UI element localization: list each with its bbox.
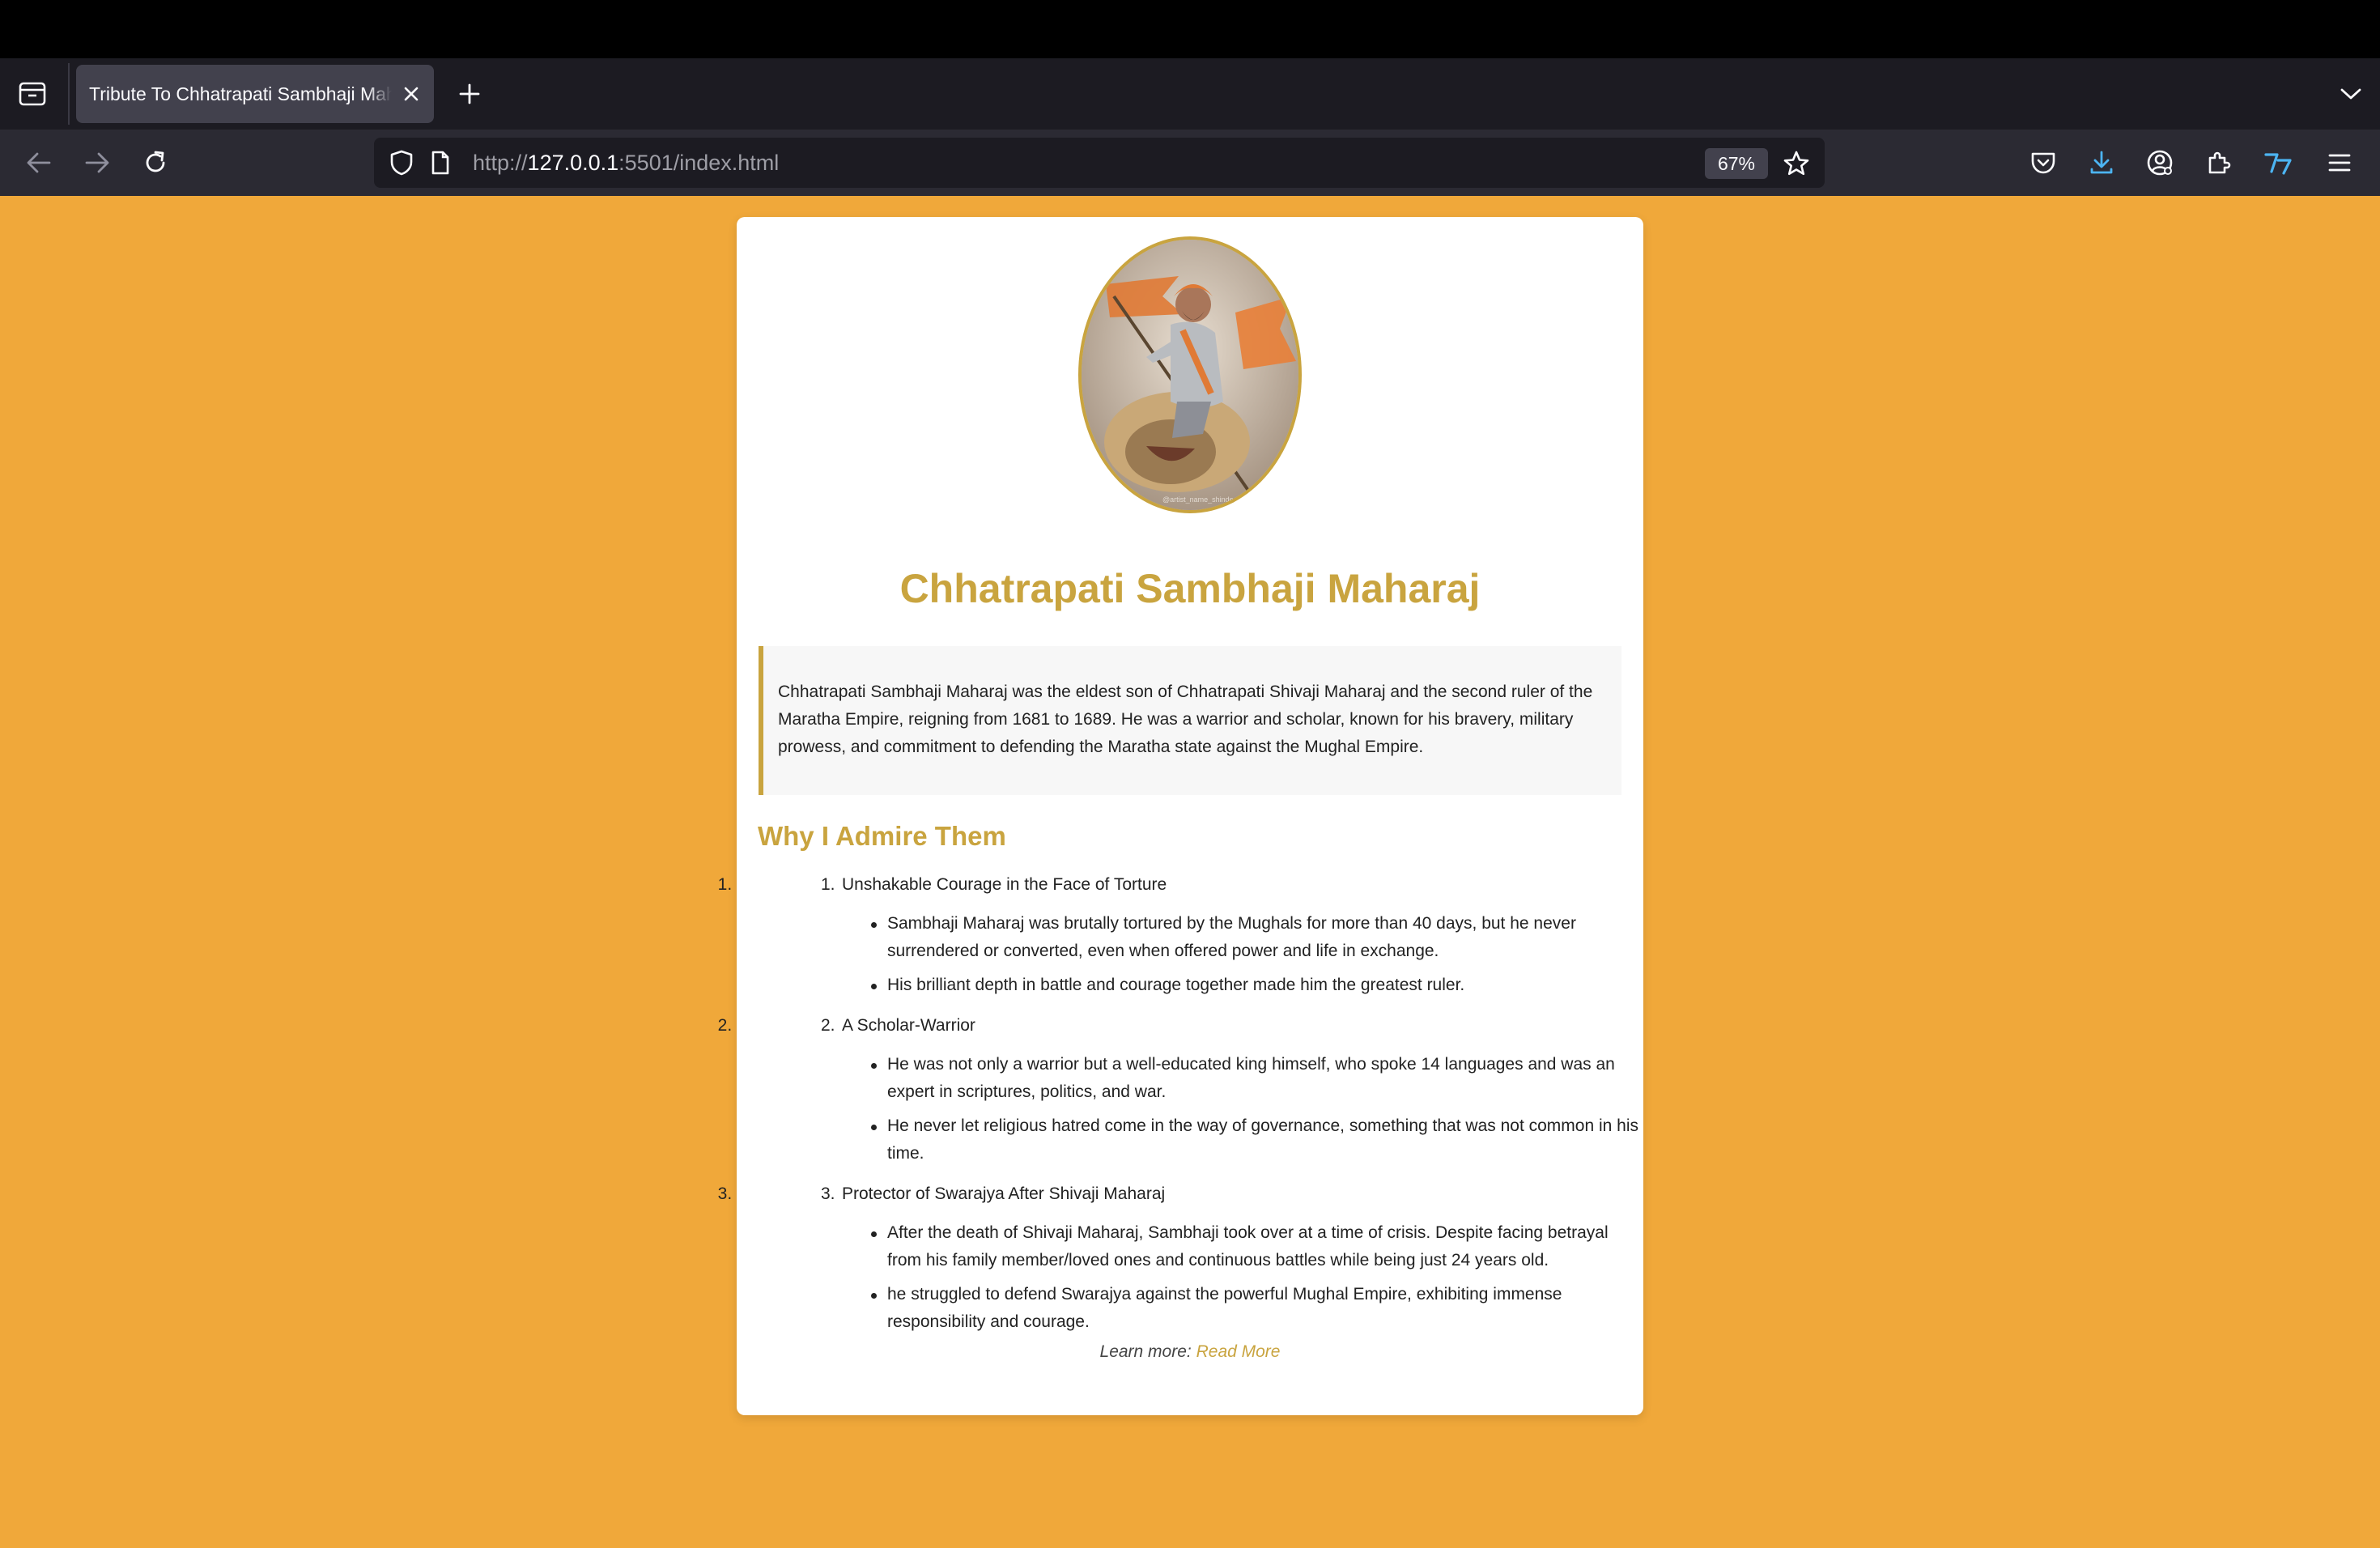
- reason-point: He was not only a warrior but a well-edu…: [842, 1051, 1643, 1106]
- tab-divider: [68, 63, 70, 125]
- reasons-list: 1. Unshakable Courage in the Face of Tor…: [737, 865, 1643, 1342]
- hamburger-menu-icon[interactable]: [2320, 143, 2359, 182]
- reason-points: He was not only a warrior but a well-edu…: [842, 1051, 1643, 1167]
- tab-strip: Tribute To Chhatrapati Sambhaji Maharaj: [0, 58, 2380, 130]
- reason-points: Sambhaji Maharaj was brutally tortured b…: [842, 910, 1643, 999]
- learn-more-label: Learn more:: [1099, 1342, 1192, 1361]
- portrait-image: @artist_name_shinde: [1078, 236, 1302, 513]
- point-text: After the death of Shivaji Maharaj, Samb…: [887, 1223, 1609, 1269]
- point-text: He was not only a warrior but a well-edu…: [887, 1055, 1615, 1101]
- tab-list-icon[interactable]: [15, 78, 50, 110]
- reason-title: Unshakable Courage in the Face of Tortur…: [842, 875, 1167, 894]
- reason-point: he struggled to defend Swarajya against …: [842, 1281, 1643, 1336]
- back-arrow-icon[interactable]: [19, 143, 58, 182]
- page-title: Chhatrapati Sambhaji Maharaj: [899, 566, 1481, 611]
- close-icon[interactable]: [400, 83, 423, 105]
- downloads-icon[interactable]: [2082, 143, 2121, 182]
- zoom-level-badge[interactable]: 67%: [1705, 148, 1768, 179]
- bookmark-star-icon[interactable]: [1779, 147, 1813, 181]
- portrait-watermark: @artist_name_shinde: [1162, 495, 1234, 504]
- tribute-card: @artist_name_shinde Chhatrapati Sambhaji…: [737, 217, 1643, 1415]
- translate-extension-icon[interactable]: [2259, 143, 2297, 182]
- bullet-dot: [871, 1125, 877, 1130]
- url-path: :5501/index.html: [618, 151, 780, 175]
- system-top-bar: [0, 0, 2380, 58]
- bullet-dot: [871, 1231, 877, 1237]
- reason-point: His brilliant depth in battle and courag…: [842, 972, 1643, 999]
- page-icon[interactable]: [427, 147, 453, 178]
- bullet-dot: [871, 1063, 877, 1069]
- account-icon[interactable]: [2140, 143, 2179, 182]
- reason-point: Sambhaji Maharaj was brutally tortured b…: [842, 910, 1643, 965]
- read-more-link[interactable]: Read More: [1196, 1342, 1281, 1361]
- point-text: Sambhaji Maharaj was brutally tortured b…: [887, 914, 1576, 960]
- url-scheme: http://: [473, 151, 528, 175]
- navigation-bar: http://127.0.0.1:5501/index.html 67%: [0, 130, 2380, 196]
- tab-title: Tribute To Chhatrapati Sambhaji Maharaj: [89, 83, 392, 104]
- chevron-down-icon[interactable]: [2333, 76, 2369, 112]
- reload-icon[interactable]: [136, 143, 175, 182]
- bullet-dot: [871, 1293, 877, 1299]
- reason-item: 1. Unshakable Courage in the Face of Tor…: [737, 865, 1643, 999]
- reason-item: 3. Protector of Swarajya After Shivaji M…: [737, 1174, 1643, 1336]
- new-tab-plus-icon[interactable]: [452, 76, 487, 112]
- forward-arrow-icon[interactable]: [78, 143, 117, 182]
- url-bar[interactable]: http://127.0.0.1:5501/index.html 67%: [374, 138, 1825, 188]
- reason-number: 1.: [821, 875, 835, 894]
- point-text: he struggled to defend Swarajya against …: [887, 1285, 1562, 1331]
- reason-title: A Scholar-Warrior: [842, 1016, 975, 1035]
- reason-item: 2. A Scholar-Warrior He was not only a w…: [737, 1006, 1643, 1167]
- reason-point: After the death of Shivaji Maharaj, Samb…: [842, 1219, 1643, 1274]
- reason-number: 3.: [821, 1184, 835, 1203]
- reason-title: Protector of Swarajya After Shivaji Maha…: [842, 1184, 1166, 1203]
- intro-quote: Chhatrapati Sambhaji Maharaj was the eld…: [759, 646, 1621, 795]
- shield-icon[interactable]: [385, 147, 418, 178]
- reason-number: 2.: [821, 1016, 835, 1035]
- reason-points: After the death of Shivaji Maharaj, Samb…: [842, 1219, 1643, 1336]
- url-text[interactable]: http://127.0.0.1:5501/index.html: [473, 138, 779, 188]
- bullet-dot: [871, 984, 877, 989]
- extensions-puzzle-icon[interactable]: [2199, 143, 2238, 182]
- pocket-icon[interactable]: [2024, 143, 2063, 182]
- reason-point: He never let religious hatred come in th…: [842, 1112, 1643, 1167]
- portrait-illustration: @artist_name_shinde: [1082, 240, 1298, 510]
- point-text: He never let religious hatred come in th…: [887, 1116, 1638, 1163]
- bullet-dot: [871, 922, 877, 928]
- url-host: 127.0.0.1: [527, 151, 619, 175]
- point-text: His brilliant depth in battle and courag…: [887, 976, 1465, 994]
- section-title: Why I Admire Them: [758, 821, 1006, 851]
- learn-more: Learn more: Read More: [737, 1342, 1643, 1362]
- tab-active[interactable]: Tribute To Chhatrapati Sambhaji Maharaj: [76, 65, 434, 123]
